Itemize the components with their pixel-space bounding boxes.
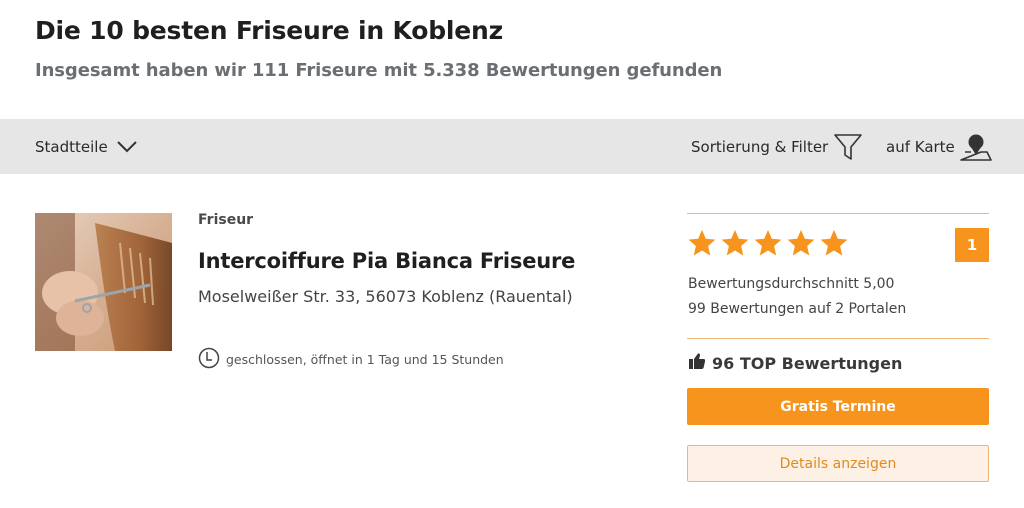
top-reviews-label: 96 TOP Bewertungen [712,353,903,373]
opening-hours: geschlossen, öffnet in 1 Tag und 15 Stun… [198,347,504,372]
rating-count: 99 Bewertungen auf 2 Portalen [688,301,907,317]
rating-divider-top [687,213,989,214]
filter-toolbar: Stadtteile Sortierung & Filter auf Karte [0,119,1024,174]
page-title: Die 10 besten Friseure in Koblenz [35,16,503,45]
rating-average: Bewertungsdurchschnitt 5,00 [688,276,895,292]
star-rating [687,228,852,258]
map-view-button[interactable]: auf Karte [886,119,993,174]
districts-label: Stadtteile [35,137,108,156]
star-icon [787,229,815,256]
map-pin-icon [959,132,993,162]
page-subtitle: Insgesamt haben wir 111 Friseure mit 5.3… [35,60,723,81]
salon-address: Moselweißer Str. 33, 56073 Koblenz (Raue… [198,287,573,306]
rank-badge: 1 [955,228,989,262]
funnel-icon [833,132,863,162]
sort-filter-label: Sortierung & Filter [691,137,829,156]
sort-filter-button[interactable]: Sortierung & Filter [691,119,863,174]
free-appointments-button[interactable]: Gratis Termine [687,388,989,425]
star-icon [754,229,782,256]
clock-icon [198,347,226,372]
rating-divider-bottom [687,338,989,339]
top-reviews: 96 TOP Bewertungen [688,352,902,374]
salon-name[interactable]: Intercoiffure Pia Bianca Friseure [198,249,575,273]
thumbs-up-icon [688,352,712,374]
star-icon [820,229,848,256]
star-icon [688,229,716,256]
chevron-down-icon [116,140,138,154]
salon-photo[interactable] [35,213,172,351]
show-details-button[interactable]: Details anzeigen [687,445,989,482]
districts-dropdown[interactable]: Stadtteile [35,119,138,174]
listing-category: Friseur [198,212,254,228]
map-view-label: auf Karte [886,137,955,156]
star-icon [721,229,749,256]
opening-status: geschlossen, öffnet in 1 Tag und 15 Stun… [226,352,504,367]
